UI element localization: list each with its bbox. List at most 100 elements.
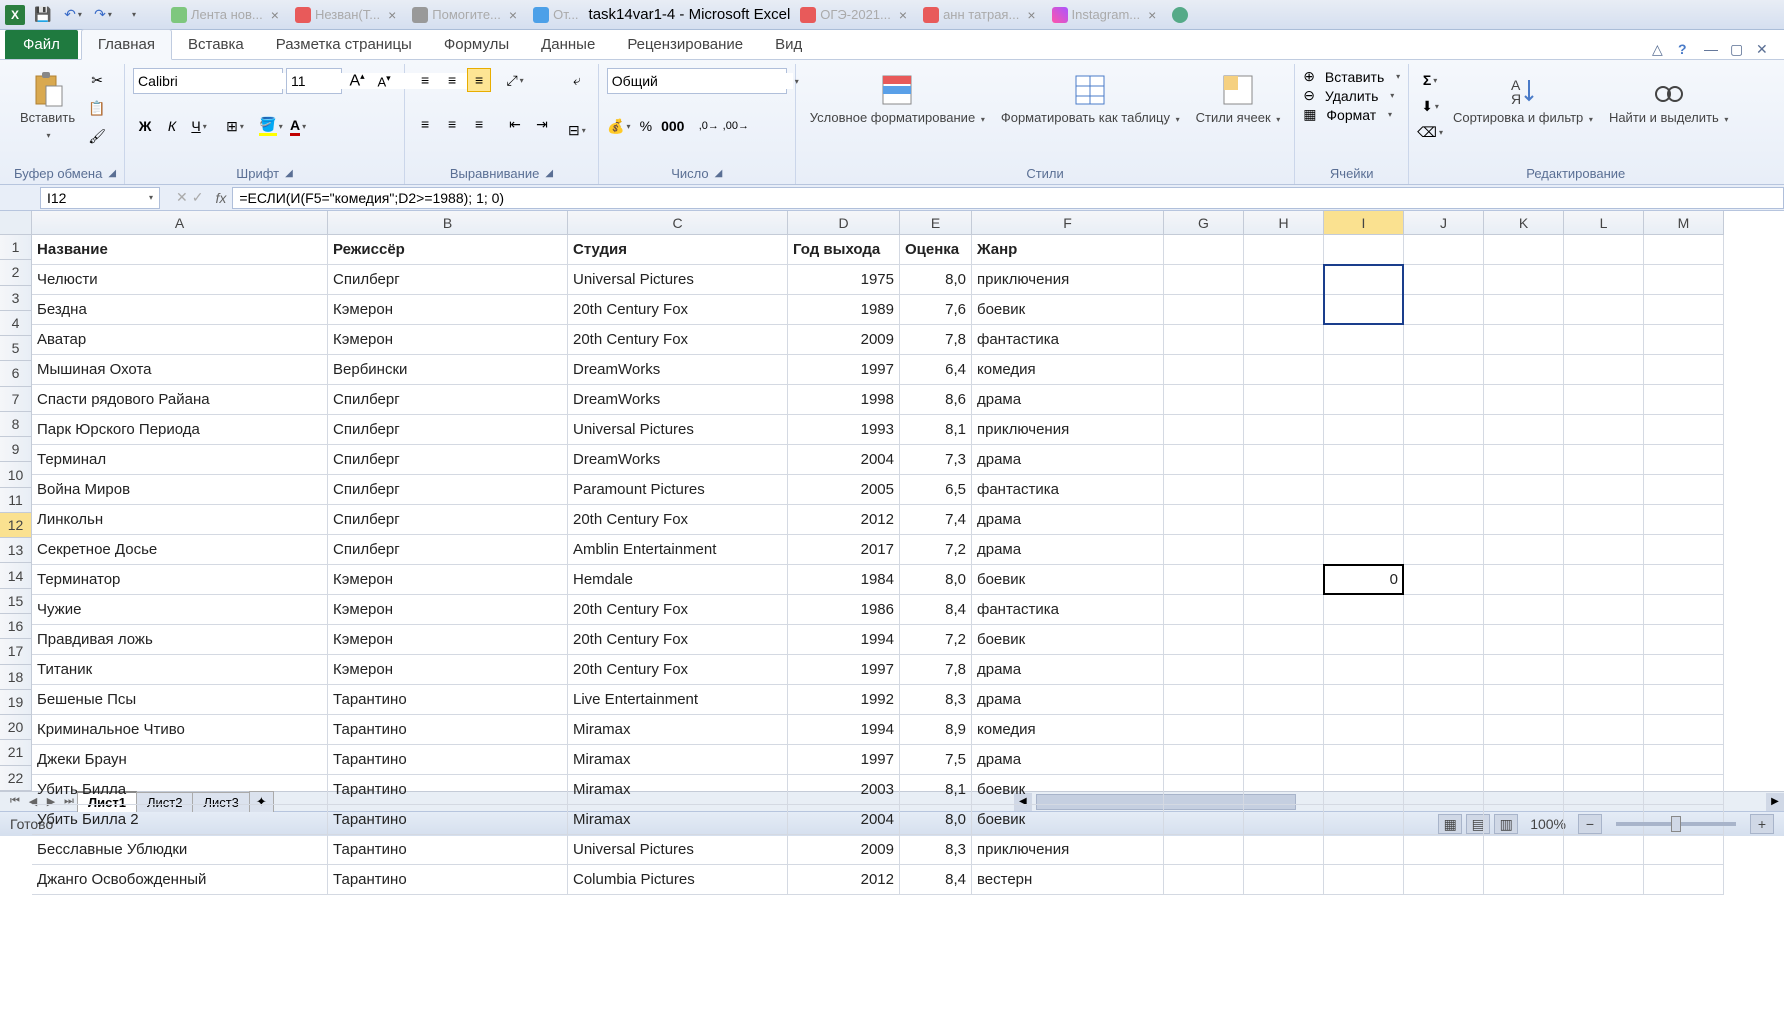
cell[interactable] bbox=[1564, 775, 1644, 805]
cell[interactable]: Спилберг bbox=[328, 415, 568, 445]
cell[interactable]: 2004 bbox=[788, 445, 900, 475]
cell[interactable] bbox=[1244, 685, 1324, 715]
cell[interactable] bbox=[1324, 265, 1404, 295]
hscroll-right[interactable]: ▶ bbox=[1766, 793, 1784, 811]
row-header-14[interactable]: 14 bbox=[0, 563, 32, 588]
col-header-C[interactable]: C bbox=[568, 211, 788, 235]
row-header-6[interactable]: 6 bbox=[0, 361, 32, 386]
cell[interactable]: 7,8 bbox=[900, 325, 972, 355]
cell[interactable]: Режиссёр bbox=[328, 235, 568, 265]
cell[interactable] bbox=[1164, 505, 1244, 535]
cell[interactable] bbox=[1644, 775, 1724, 805]
col-header-A[interactable]: A bbox=[32, 211, 328, 235]
formula-input[interactable] bbox=[232, 187, 1784, 209]
cell[interactable]: Джеки Браун bbox=[32, 745, 328, 775]
cell[interactable]: 1989 bbox=[788, 295, 900, 325]
cell[interactable] bbox=[1404, 565, 1484, 595]
cell[interactable] bbox=[1404, 355, 1484, 385]
col-header-G[interactable]: G bbox=[1164, 211, 1244, 235]
cell[interactable]: Название bbox=[32, 235, 328, 265]
cell[interactable] bbox=[1644, 535, 1724, 565]
cell[interactable]: Кэмерон bbox=[328, 565, 568, 595]
cell[interactable]: 1994 bbox=[788, 625, 900, 655]
zoom-thumb[interactable] bbox=[1671, 816, 1681, 832]
cell[interactable] bbox=[1404, 415, 1484, 445]
cell[interactable]: Война Миров bbox=[32, 475, 328, 505]
cell[interactable] bbox=[1404, 235, 1484, 265]
cell[interactable]: вестерн bbox=[972, 865, 1164, 895]
zoom-slider[interactable] bbox=[1616, 822, 1736, 826]
cell[interactable]: Спилберг bbox=[328, 445, 568, 475]
increase-decimal-button[interactable]: ,0→ bbox=[697, 114, 721, 138]
cell[interactable] bbox=[1244, 325, 1324, 355]
cell[interactable]: 20th Century Fox bbox=[568, 505, 788, 535]
decrease-indent-button[interactable]: ⇤ bbox=[503, 112, 527, 136]
cell[interactable] bbox=[1404, 595, 1484, 625]
cell[interactable]: Спилберг bbox=[328, 385, 568, 415]
cell[interactable] bbox=[1404, 835, 1484, 865]
cell[interactable] bbox=[1244, 415, 1324, 445]
cell[interactable] bbox=[1244, 715, 1324, 745]
cell[interactable]: приключения bbox=[972, 415, 1164, 445]
cell[interactable]: 8,3 bbox=[900, 685, 972, 715]
cell[interactable]: Miramax bbox=[568, 745, 788, 775]
cell[interactable] bbox=[1244, 625, 1324, 655]
cell[interactable]: приключения bbox=[972, 835, 1164, 865]
cell[interactable] bbox=[1404, 475, 1484, 505]
cell[interactable]: фантастика bbox=[972, 595, 1164, 625]
cell[interactable]: Тарантино bbox=[328, 685, 568, 715]
close-icon[interactable]: × bbox=[271, 7, 279, 23]
cell[interactable]: Секретное Досье bbox=[32, 535, 328, 565]
select-all-button[interactable] bbox=[0, 211, 32, 235]
percent-button[interactable]: % bbox=[634, 114, 658, 138]
cell[interactable] bbox=[1484, 685, 1564, 715]
row-header-1[interactable]: 1 bbox=[0, 235, 32, 260]
cell[interactable] bbox=[1484, 505, 1564, 535]
format-as-table-button[interactable]: Форматировать как таблицу ▾ bbox=[995, 68, 1186, 130]
cell[interactable] bbox=[1564, 745, 1644, 775]
bold-button[interactable]: Ж bbox=[133, 114, 157, 138]
align-middle-button[interactable]: ≡ bbox=[440, 68, 464, 92]
font-color-button[interactable]: А▾ bbox=[286, 114, 310, 138]
cell[interactable]: драма bbox=[972, 685, 1164, 715]
dialog-launcher[interactable]: ◢ bbox=[108, 168, 116, 179]
cell[interactable] bbox=[1404, 745, 1484, 775]
cell[interactable]: Тарантино bbox=[328, 775, 568, 805]
cell[interactable] bbox=[1324, 325, 1404, 355]
cell[interactable] bbox=[1564, 475, 1644, 505]
cell[interactable] bbox=[1564, 805, 1644, 835]
row-header-15[interactable]: 15 bbox=[0, 589, 32, 614]
cell[interactable] bbox=[1324, 595, 1404, 625]
cell[interactable] bbox=[1564, 595, 1644, 625]
cell[interactable] bbox=[1564, 295, 1644, 325]
browser-tab[interactable]: От... bbox=[527, 5, 584, 25]
cancel-icon[interactable]: ✕ bbox=[176, 189, 188, 206]
cell[interactable] bbox=[1324, 715, 1404, 745]
cell[interactable]: фантастика bbox=[972, 475, 1164, 505]
cell[interactable]: комедия bbox=[972, 715, 1164, 745]
cell[interactable]: Тарантино bbox=[328, 745, 568, 775]
cell[interactable] bbox=[1484, 445, 1564, 475]
cell[interactable] bbox=[1244, 385, 1324, 415]
zoom-in-button[interactable]: + bbox=[1750, 814, 1774, 834]
col-header-I[interactable]: I bbox=[1324, 211, 1404, 235]
cell[interactable]: Спилберг bbox=[328, 265, 568, 295]
cell[interactable]: 8,1 bbox=[900, 415, 972, 445]
cell[interactable]: Тарантино bbox=[328, 805, 568, 835]
cell[interactable] bbox=[1644, 685, 1724, 715]
cell[interactable] bbox=[1484, 385, 1564, 415]
tab-page-layout[interactable]: Разметка страницы bbox=[260, 30, 428, 59]
cell[interactable]: Терминал bbox=[32, 445, 328, 475]
align-center-button[interactable]: ≡ bbox=[440, 112, 464, 136]
wrap-text-button[interactable]: ⤶ bbox=[564, 68, 590, 92]
cell[interactable]: Убить Билла bbox=[32, 775, 328, 805]
cell[interactable]: Amblin Entertainment bbox=[568, 535, 788, 565]
cell[interactable]: Год выхода bbox=[788, 235, 900, 265]
cell[interactable] bbox=[1484, 565, 1564, 595]
row-header-13[interactable]: 13 bbox=[0, 538, 32, 563]
cell[interactable] bbox=[1644, 625, 1724, 655]
cell[interactable] bbox=[1484, 235, 1564, 265]
cell[interactable] bbox=[1484, 625, 1564, 655]
cell[interactable] bbox=[1164, 535, 1244, 565]
cell[interactable]: 2009 bbox=[788, 835, 900, 865]
